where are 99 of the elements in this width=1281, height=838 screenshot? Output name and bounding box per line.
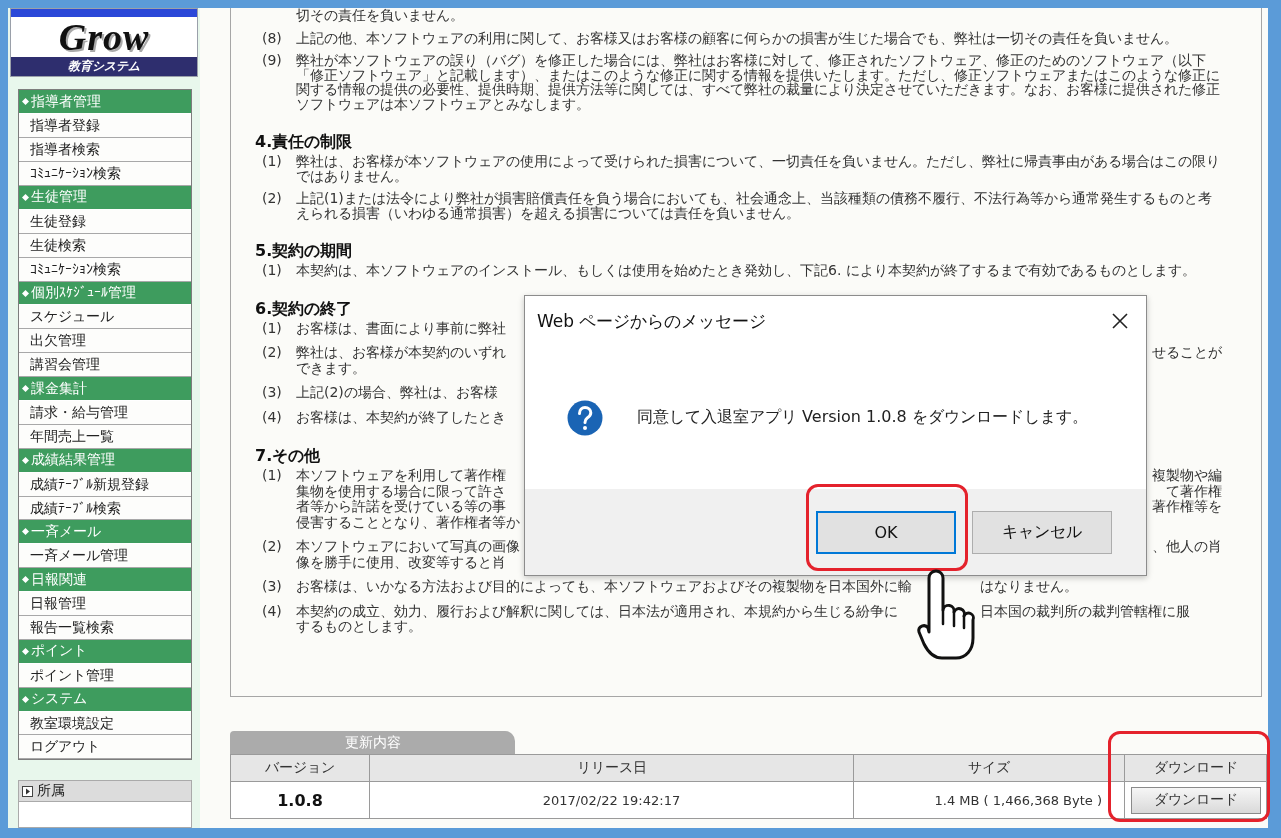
- item-number: (1): [262, 262, 282, 278]
- section-heading: 5.契約の期間: [255, 241, 354, 261]
- menu-section-title: 指導者管理: [31, 92, 101, 111]
- paragraph-text: て著作権: [1166, 483, 1222, 499]
- table-cell: 1.0.8: [230, 781, 370, 819]
- diamond-icon: [22, 695, 29, 703]
- menu-item[interactable]: 報告一覧検索: [19, 616, 191, 640]
- paragraph-text: 集物を使用する場合に限って許さ: [296, 483, 506, 499]
- item-number: (4): [262, 602, 282, 619]
- menu-item[interactable]: 生徒登録: [19, 209, 191, 234]
- diamond-icon: [22, 647, 29, 655]
- diamond-icon: [22, 456, 29, 464]
- paragraph-text: 本契約は、本ソフトウェアのインストール、もしくは使用を始めたとき発効し、下記6. により本契約が終了するまで有効であるものとします。: [296, 263, 1197, 278]
- item-number: (1): [262, 319, 282, 336]
- paragraph-text: 弊社は、お客様が本契約のいずれ: [296, 345, 506, 361]
- menu-item[interactable]: 日報管理: [19, 592, 191, 617]
- paragraph-text: 著作権等を: [1152, 499, 1222, 515]
- section-heading: 7.その他: [255, 446, 322, 466]
- logo-wordmark: Grow: [58, 18, 150, 57]
- diamond-icon: [22, 289, 29, 297]
- item-number: (3): [262, 578, 282, 594]
- column-header: ダウンロード: [1153, 759, 1238, 775]
- paragraph-text: 日本国の裁判所の裁判管轄権に服: [980, 603, 1191, 619]
- diamond-icon: [22, 528, 29, 536]
- column-header: リリース日: [576, 759, 647, 775]
- menu-item[interactable]: 生徒検索: [19, 233, 191, 258]
- logo-subtitle: 教育システム: [11, 57, 197, 77]
- menu-item[interactable]: 成績ﾃｰﾌﾞﾙ検索: [19, 496, 191, 521]
- diamond-icon: [22, 98, 29, 106]
- paragraph-text: 侵害することとなり、著作権者等か: [296, 514, 520, 530]
- column-header: サイズ: [968, 759, 1010, 775]
- menu-item[interactable]: 請求・給与管理: [19, 401, 191, 425]
- menu-section-title: 日報関連: [31, 570, 87, 589]
- item-number: (2): [262, 190, 282, 206]
- column-header: バージョン: [265, 759, 335, 775]
- menu-item[interactable]: 教室環境設定: [19, 711, 191, 736]
- question-icon: [567, 399, 603, 436]
- menu-section-title: 生徒管理: [31, 188, 87, 207]
- paragraph-text: 弊社は、お客様が本ソフトウェアの使用によって受けられた損害について、一切責任を負いません。ただし、弊社に帰責事由がある場合はこの限りではありません。: [296, 154, 1221, 183]
- dialog-title: Web ページからのメッセージ: [537, 309, 767, 333]
- item-number: (1): [262, 467, 282, 483]
- dialog-button[interactable]: キャンセル: [972, 511, 1112, 554]
- paragraph-text: はなりません。: [980, 579, 1079, 595]
- dialog-message: 同意して入退室アプリ Version 1.0.8 をダウンロードします。: [637, 407, 1088, 428]
- item-number: (1): [262, 153, 282, 169]
- menu-section-title: 一斉メール: [31, 522, 101, 541]
- diamond-icon: [22, 193, 29, 201]
- table-cell: 1.4 MB ( 1,466,368 Byte ): [853, 781, 1125, 819]
- menu-item[interactable]: ｺﾐｭﾆｹｰｼｮﾝ検索: [19, 257, 191, 282]
- menu-item[interactable]: スケジュール: [19, 305, 191, 330]
- paragraph-text: お客様は、本契約が終了したとき: [296, 409, 506, 425]
- menu-item[interactable]: 指導者登録: [19, 114, 191, 139]
- menu-item[interactable]: 年間売上一覧: [19, 424, 191, 449]
- menu-section-title: 成績結果管理: [31, 451, 115, 470]
- item-number: (8): [262, 29, 282, 46]
- diamond-icon: [22, 576, 29, 584]
- paragraph-text: できます。: [296, 360, 366, 376]
- paragraph-text: 切その責任を負いません。: [296, 8, 465, 23]
- close-icon[interactable]: [1112, 313, 1128, 329]
- dialog-button[interactable]: OK: [816, 511, 956, 554]
- paragraph-text: お客様は、いかなる方法および目的によっても、本ソフトウェアおよびその複製物を日本国外に輸: [296, 579, 913, 595]
- paragraph-text: お客様は、書面により事前に弊社: [296, 320, 506, 336]
- affiliation-label: 所属: [37, 782, 65, 801]
- download-button[interactable]: ダウンロード: [1130, 786, 1261, 814]
- paragraph-text: 本ソフトウェアを利用して著作権: [296, 468, 506, 484]
- paragraph-text: 、他人の肖: [1152, 539, 1222, 555]
- menu-section-title: 個別ｽｹｼﾞｭｰﾙ管理: [31, 284, 136, 302]
- paragraph-text: 上記(1)または法令により弊社が損害賠償責任を負う場合においても、社会通念上、当該種類の債務不履行、不法行為等から通常発生するものと考えられる損害（いわゆる通常損害）を超える損害については責任を負いません。: [296, 191, 1213, 220]
- item-number: (2): [262, 344, 282, 360]
- paragraph-text: 弊社が本ソフトウェアの誤り（バグ）を修正した場合には、弊社はお客様に対して、修正されたソフトウェア、修正のためのソフトウェア（以下「修正ソフトウェア」と記載します）、またはこのような修正に関する情報を提供いたします。ただし、修正ソフトウェアまたはこのような修正に関する情報の提供の必要性、提供時期、提供方法等に関しては、すべて弊社の裁量により決定させていただきます。なお、お客様に提供された修正ソフトウェアは本ソフトウェアとみなします。: [296, 53, 1221, 111]
- menu-section-title: システム: [31, 690, 87, 709]
- section-heading: 6.契約の終了: [255, 298, 354, 319]
- paragraph-text: 像を勝手に使用、改変等すると肖: [296, 554, 506, 570]
- item-number: (9): [262, 52, 282, 68]
- paragraph-text: 本ソフトウェアにおいて写真の画像: [296, 539, 520, 555]
- paragraph-text: 上記の他、本ソフトウェアの利用に関して、お客様又はお客様の顧客に何らかの損害が生じた場合でも、弊社は一切その責任を負いません。: [296, 30, 1179, 45]
- menu-item[interactable]: 出欠管理: [19, 329, 191, 354]
- section-heading: 4.責任の制限: [255, 132, 354, 152]
- menu-item[interactable]: 一斉メール管理: [19, 544, 191, 569]
- menu-item[interactable]: 成績ﾃｰﾌﾞﾙ新規登録: [19, 472, 191, 497]
- paragraph-text: せることが: [1152, 345, 1222, 361]
- menu-item[interactable]: 指導者検索: [19, 138, 191, 163]
- menu-item[interactable]: ログアウト: [19, 735, 191, 760]
- diamond-icon: [22, 385, 29, 393]
- menu-section-title: 課金集計: [31, 379, 87, 398]
- affiliation-header[interactable]: 所属: [18, 780, 192, 803]
- menu-item[interactable]: 講習会管理: [19, 353, 191, 378]
- table-cell: 2017/02/22 19:42:17: [369, 781, 854, 819]
- menu-section-title: ポイント: [31, 642, 87, 661]
- paragraph-text: 本契約の成立、効力、履行および解釈に関しては、日本法が適用され、本規約から生じる紛争に: [296, 603, 899, 619]
- paragraph-text: するものとします。: [296, 619, 422, 635]
- paragraph-text: 上記(2)の場合、弊社は、お客様: [296, 385, 498, 401]
- item-number: (3): [262, 384, 282, 400]
- menu-item[interactable]: ポイント管理: [19, 663, 191, 688]
- paragraph-text: 複製物や編: [1152, 468, 1222, 484]
- item-number: (2): [262, 538, 282, 554]
- menu-item[interactable]: ｺﾐｭﾆｹｰｼｮﾝ検索: [19, 162, 191, 186]
- item-number: (4): [262, 408, 282, 425]
- paragraph-text: 者等から許諾を受けている等の事: [296, 499, 506, 515]
